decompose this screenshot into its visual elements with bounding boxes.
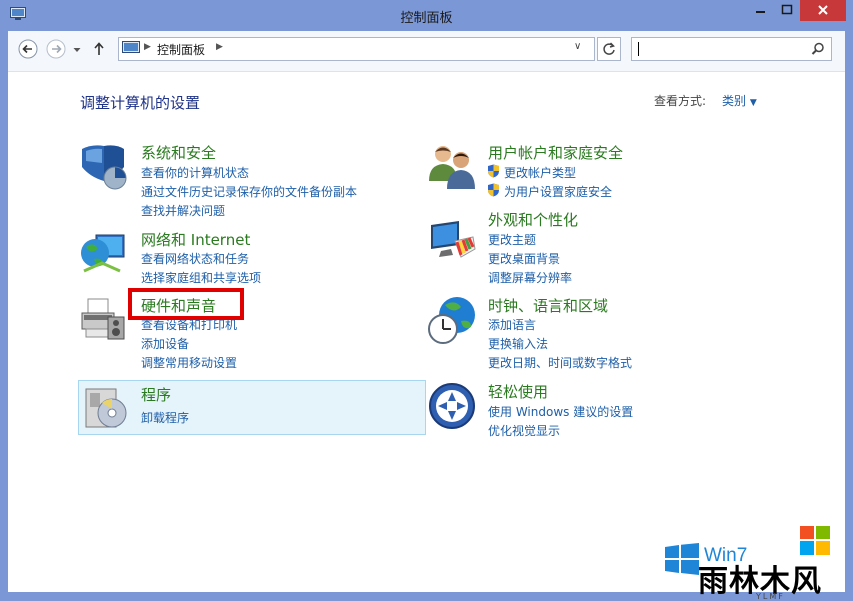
view-by-label: 查看方式:: [654, 94, 707, 108]
up-arrow-icon[interactable]: [92, 39, 106, 59]
page-title: 调整计算机的设置: [80, 94, 201, 112]
link-mobility-settings[interactable]: 调整常用移动设置: [141, 354, 237, 371]
link-optimize-visual-display[interactable]: 优化视觉显示: [488, 422, 560, 439]
back-arrow-icon[interactable]: [18, 39, 38, 59]
maximize-icon: [781, 4, 793, 15]
forward-arrow-icon[interactable]: [46, 39, 66, 59]
view-by-dropdown[interactable]: 类别 ▼: [722, 92, 757, 109]
ylmf-flag-logo-icon: [800, 526, 830, 555]
refresh-icon: [603, 42, 615, 55]
link-change-background[interactable]: 更改桌面背景: [488, 250, 560, 267]
link-add-device[interactable]: 添加设备: [141, 335, 189, 352]
window-client: ▶ 控制面板 ▶ ∨ 调整计算机的设置 查看方式: 类别 ▼ 系统和安全 查看你…: [8, 31, 845, 601]
link-view-computer-status[interactable]: 查看你的计算机状态: [141, 164, 249, 181]
maximize-button[interactable]: [774, 0, 800, 21]
link-homegroup-sharing[interactable]: 选择家庭组和共享选项: [141, 269, 261, 286]
link-windows-recommended-settings[interactable]: 使用 Windows 建议的设置: [488, 403, 633, 420]
link-date-time-format[interactable]: 更改日期、时间或数字格式: [488, 354, 632, 371]
system-security-shield-icon: [82, 145, 127, 190]
category-title-programs[interactable]: 程序: [141, 384, 171, 405]
link-file-history[interactable]: 通过文件历史记录保存你的文件备份副本: [141, 183, 357, 200]
category-title-system-security[interactable]: 系统和安全: [141, 142, 216, 163]
category-title-ease-of-access[interactable]: 轻松使用: [488, 381, 548, 402]
ease-of-access-icon: [429, 383, 475, 429]
link-network-status[interactable]: 查看网络状态和任务: [141, 250, 249, 267]
highlight-box: [128, 288, 244, 320]
users-icon: [429, 146, 475, 189]
chevron-right-icon[interactable]: ▶: [216, 42, 223, 52]
refresh-button[interactable]: [597, 37, 621, 61]
uac-shield-icon: [488, 183, 499, 197]
printer-icon: [81, 298, 125, 340]
control-panel-icon: [122, 41, 140, 53]
windows-logo-icon: [665, 543, 699, 575]
monitor-palette-icon: [431, 221, 476, 258]
category-title-user-accounts[interactable]: 用户帐户和家庭安全: [488, 142, 623, 163]
category-title-clock-language-region[interactable]: 时钟、语言和区域: [488, 295, 608, 316]
link-uninstall-program[interactable]: 卸载程序: [141, 409, 189, 426]
link-change-theme[interactable]: 更改主题: [488, 231, 536, 248]
window-title: 控制面板: [400, 11, 453, 26]
link-family-safety[interactable]: 为用户设置家庭安全: [504, 183, 612, 200]
search-input[interactable]: [631, 37, 832, 61]
title-bar: 控制面板: [0, 0, 853, 31]
breadcrumb-control-panel[interactable]: 控制面板: [157, 41, 205, 58]
link-troubleshoot[interactable]: 查找并解决问题: [141, 202, 225, 219]
clock-globe-icon: [428, 297, 475, 344]
minimize-icon: [756, 11, 765, 13]
chevron-down-icon[interactable]: ▼: [750, 98, 757, 108]
uac-shield-icon: [488, 164, 499, 178]
recent-pages-dropdown-icon[interactable]: [71, 39, 83, 59]
link-screen-resolution[interactable]: 调整屏幕分辨率: [488, 269, 572, 286]
navigation-bar: ▶ 控制面板 ▶ ∨: [8, 31, 845, 72]
category-title-network-internet[interactable]: 网络和 Internet: [141, 229, 250, 250]
programs-disc-icon: [85, 388, 127, 428]
network-globe-icon: [81, 234, 125, 273]
search-icon[interactable]: [811, 42, 825, 56]
chevron-down-icon[interactable]: ∨: [574, 41, 581, 52]
minimize-button[interactable]: [747, 0, 774, 21]
address-bar[interactable]: ▶ 控制面板 ▶ ∨: [118, 37, 595, 61]
category-title-appearance[interactable]: 外观和个性化: [488, 209, 578, 230]
view-by-value[interactable]: 类别: [722, 94, 746, 108]
close-button[interactable]: [800, 0, 846, 21]
chevron-right-icon[interactable]: ▶: [144, 42, 151, 52]
link-add-language[interactable]: 添加语言: [488, 316, 536, 333]
text-caret: [638, 42, 639, 56]
link-change-input-method[interactable]: 更换输入法: [488, 335, 548, 352]
link-change-account-type[interactable]: 更改帐户类型: [504, 164, 576, 181]
close-icon: [818, 5, 828, 15]
